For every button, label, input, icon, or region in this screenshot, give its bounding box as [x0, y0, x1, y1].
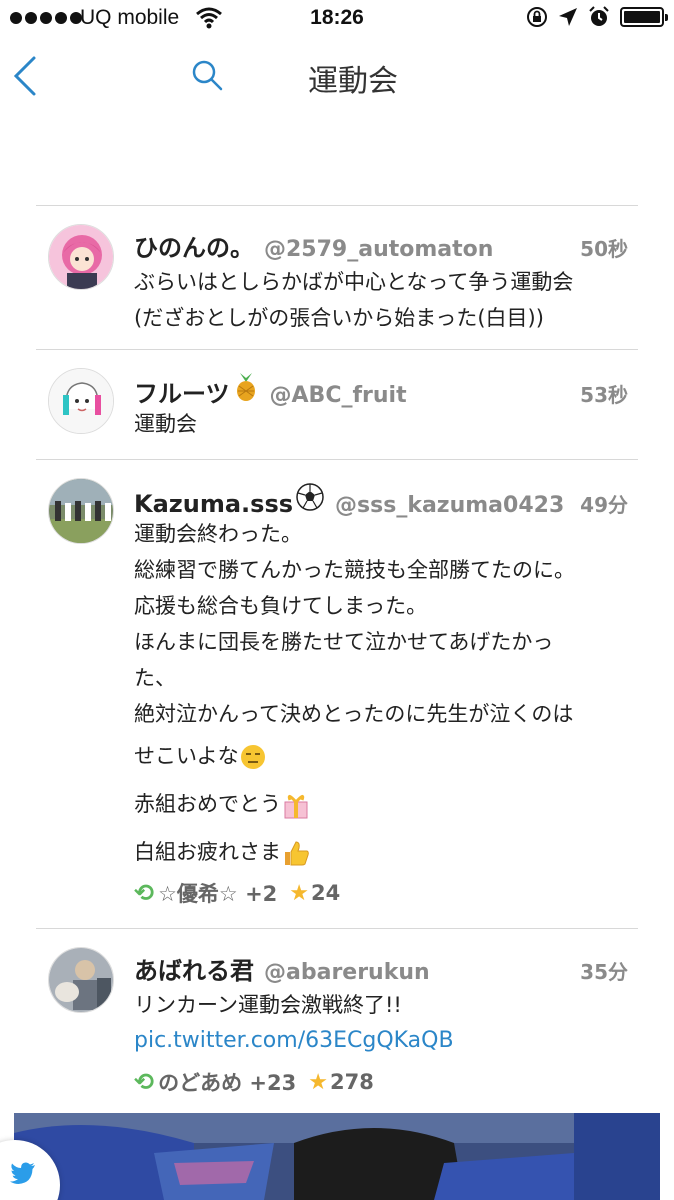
- star-icon: ★: [289, 880, 310, 906]
- tweet-text-fragment: せこいよな: [134, 744, 239, 768]
- tweet-social-context: ⟲ のどあめ +23 ★ 278: [134, 1067, 374, 1097]
- thumbs-up-icon: [285, 841, 309, 866]
- alarm-icon: [589, 6, 609, 26]
- tweet-text-line: (だざおとしがの張合いから始まった(白目)): [134, 306, 544, 330]
- tweet-text-line: 絶対泣かんって決めとったのに先生が泣くのは: [134, 702, 574, 726]
- favorite-count: 24: [311, 881, 341, 905]
- battery-icon: [620, 7, 668, 27]
- tweet-text-line: せこいよな: [134, 732, 634, 780]
- tweet-text: 運動会終わった。 総練習で勝てんかった競技も全部勝てたのに。 応援も総合も負けて…: [134, 516, 634, 876]
- tweet-text-line: ほんまに団長を勝たせて泣かせてあげたかっ: [134, 630, 554, 654]
- tweet-item[interactable]: フルーツ @ABC_fruit 53秒 運動会: [36, 350, 638, 459]
- retweet-icon: ⟲: [134, 879, 155, 907]
- gift-icon: [284, 795, 308, 819]
- tweet-timestamp: 53秒: [580, 383, 628, 407]
- search-results-timeline: ひのんの。 @2579_automaton 50秒 ぶらいはとしらかばが中心とな…: [36, 205, 638, 1109]
- tweet-media-link[interactable]: pic.twitter.com/63ECgQKaQB: [134, 1023, 634, 1059]
- tweet-timestamp: 49分: [580, 493, 628, 517]
- tweet-author-name[interactable]: ひのんの。: [134, 228, 254, 263]
- tweet-author-handle[interactable]: @ABC_fruit: [270, 383, 407, 408]
- tweet-timestamp: 50秒: [580, 237, 628, 261]
- status-bar: UQ mobile 18:26: [0, 0, 674, 40]
- retweeted-by[interactable]: ☆優希☆ +2: [158, 878, 277, 908]
- tweet-text-line: 総練習で勝てんかった競技も全部勝てたのに。: [134, 558, 575, 582]
- tweet-text-fragment: 赤組おめでとう: [134, 792, 281, 816]
- pineapple-icon: [236, 373, 255, 401]
- tweet-text-fragment: 白組お疲れさま: [134, 840, 281, 864]
- navigation-bar: 運動会: [0, 40, 674, 112]
- tweet-text-line: た、: [134, 666, 176, 690]
- retweet-icon: ⟲: [134, 1068, 155, 1096]
- tweet-text-line: ぶらいはとしらかばが中心となって争う運動会: [134, 270, 574, 294]
- avatar[interactable]: [48, 224, 114, 290]
- avatar[interactable]: [48, 478, 114, 544]
- retweeted-by[interactable]: のどあめ +23: [158, 1067, 296, 1097]
- avatar[interactable]: [48, 947, 114, 1013]
- tweet-text-line: 赤組おめでとう: [134, 780, 634, 828]
- tweet-item[interactable]: あばれる君 @abarerukun 35分 リンカーン運動会激戦終了!! pic…: [36, 929, 638, 1109]
- tweet-author-handle[interactable]: @sss_kazuma0423: [335, 493, 564, 518]
- tweet-author-name[interactable]: あばれる君: [134, 951, 254, 986]
- expressionless-face-icon: [240, 745, 265, 769]
- tweet-timestamp: 35分: [580, 960, 628, 984]
- tweet-media-image[interactable]: [14, 1113, 660, 1200]
- tweet-text-line: 運動会終わった。: [134, 522, 302, 546]
- twitter-bird-icon: [10, 1162, 35, 1184]
- tweet-item[interactable]: Kazuma.sss @sss_kazuma0423 49分 運動会終わった。 …: [36, 460, 638, 928]
- soccer-ball-icon: [296, 483, 324, 511]
- tweet-text: 運動会: [134, 406, 634, 442]
- tweet-item[interactable]: ひのんの。 @2579_automaton 50秒 ぶらいはとしらかばが中心とな…: [36, 206, 638, 349]
- tweet-author-handle[interactable]: @2579_automaton: [264, 237, 493, 262]
- star-icon: ★: [308, 1069, 328, 1095]
- favorite-count: 278: [329, 1070, 374, 1094]
- tweet-author-handle[interactable]: @abarerukun: [264, 960, 430, 985]
- tweet-social-context: ⟲ ☆優希☆ +2 ★ 24: [134, 878, 340, 908]
- page-title: 運動会: [308, 64, 398, 99]
- tweet-text-line: 運動会: [134, 412, 197, 436]
- tweet-author-name[interactable]: Kazuma.sss: [134, 490, 293, 518]
- tweet-text-line: 白組お疲れさま: [134, 828, 634, 876]
- tweet-text: リンカーン運動会激戦終了!! pic.twitter.com/63ECgQKaQ…: [134, 987, 634, 1059]
- tweet-author-name[interactable]: フルーツ: [134, 374, 230, 409]
- location-icon: [559, 8, 577, 26]
- rotation-lock-icon: [527, 7, 547, 27]
- tweet-text-line: 応援も総合も負けてしまった。: [134, 594, 428, 618]
- tweet-text: ぶらいはとしらかばが中心となって争う運動会 (だざおとしがの張合いから始まった(…: [134, 264, 634, 336]
- avatar[interactable]: [48, 368, 114, 434]
- tweet-text-line: リンカーン運動会激戦終了!!: [134, 993, 402, 1017]
